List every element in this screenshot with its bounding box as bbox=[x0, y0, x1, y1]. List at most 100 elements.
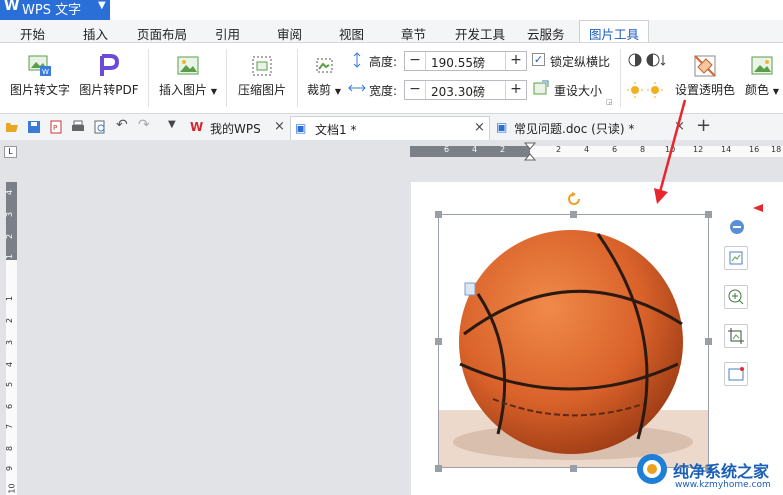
height-label: 高度: bbox=[369, 55, 398, 69]
annotation-arrow bbox=[654, 99, 763, 212]
layout-options-button[interactable] bbox=[724, 246, 748, 270]
crop-picture-button[interactable] bbox=[724, 324, 748, 348]
wps-logo-icon: W bbox=[4, 0, 20, 14]
resize-handle[interactable] bbox=[435, 338, 442, 345]
menu-tab-bar: 开始 插入 页面布局 引用 审阅 视图 章节 开发工具 云服务 图片工具 bbox=[0, 20, 783, 43]
redo-icon[interactable]: ↷ bbox=[138, 117, 152, 133]
resize-handle[interactable] bbox=[570, 211, 577, 218]
insert-picture-label: 插入图片 bbox=[159, 83, 208, 97]
crop-button[interactable]: 裁剪 ▼ bbox=[304, 53, 344, 98]
vertical-ruler[interactable]: 4 3 2 1 1 2 3 4 5 6 7 8 9 10 bbox=[5, 182, 17, 495]
resize-handle[interactable] bbox=[435, 465, 442, 472]
width-decrease-button[interactable]: − bbox=[405, 81, 426, 99]
dialog-launcher-icon[interactable]: ◲ bbox=[606, 98, 613, 106]
ruler-number: 4 bbox=[472, 145, 478, 154]
height-increase-button[interactable]: + bbox=[505, 52, 526, 70]
transparent-color-icon bbox=[694, 55, 716, 77]
picture-border-button[interactable] bbox=[724, 362, 748, 386]
pic-to-pdf-label: 图片转PDF bbox=[79, 83, 139, 97]
close-icon[interactable]: × bbox=[474, 120, 485, 135]
site-watermark: 纯净系统之家 www.kzmyhome.com bbox=[635, 450, 783, 495]
crop-icon bbox=[316, 58, 333, 73]
insert-picture-button[interactable]: 插入图片 ▼ bbox=[156, 53, 220, 98]
lock-ratio-checkbox[interactable]: ✓ bbox=[532, 53, 545, 66]
close-icon[interactable]: × bbox=[274, 119, 285, 134]
tab-view[interactable]: 视图 bbox=[339, 24, 364, 43]
anchor-icon bbox=[464, 282, 476, 296]
zoom-picture-button[interactable] bbox=[724, 285, 748, 309]
ribbon-divider bbox=[620, 49, 621, 107]
chevron-down-icon: ▼ bbox=[98, 0, 106, 11]
resize-handle[interactable] bbox=[570, 465, 577, 472]
print-icon[interactable] bbox=[71, 120, 85, 134]
ruler-number: 5 bbox=[5, 381, 15, 388]
indent-marker-icon[interactable] bbox=[524, 142, 536, 161]
site-logo-icon bbox=[637, 454, 667, 484]
width-increase-button[interactable]: + bbox=[505, 81, 526, 99]
pic-to-text-label: 图片转文字 bbox=[9, 83, 70, 97]
ribbon-divider bbox=[226, 49, 227, 107]
print-preview-icon[interactable] bbox=[93, 120, 107, 134]
ruler-number: 3 bbox=[5, 211, 15, 218]
tab-section[interactable]: 章节 bbox=[401, 24, 426, 43]
rotate-handle-icon[interactable] bbox=[566, 191, 582, 207]
picture-to-text-icon: W bbox=[28, 55, 51, 76]
word-doc-icon: ▣ bbox=[295, 121, 307, 135]
doc-tab-document1[interactable]: ▣ 文档1 * × bbox=[290, 116, 490, 140]
height-field[interactable]: − 190.55磅 + bbox=[404, 51, 527, 71]
width-icon bbox=[348, 84, 366, 92]
save-icon[interactable] bbox=[27, 120, 41, 134]
customize-toolbar-chevron-icon[interactable]: ▼ bbox=[168, 119, 182, 133]
height-icon bbox=[353, 52, 361, 68]
layout-icon bbox=[729, 251, 743, 265]
width-label: 宽度: bbox=[369, 84, 398, 98]
tab-developer[interactable]: 开发工具 bbox=[455, 24, 505, 43]
ruler-number: 9 bbox=[5, 465, 15, 472]
height-decrease-button[interactable]: − bbox=[405, 52, 426, 70]
ruler-number: 4 bbox=[584, 145, 590, 154]
tab-cloud[interactable]: 云服务 bbox=[527, 24, 565, 43]
ruler-number: 2 bbox=[5, 233, 15, 240]
resize-button[interactable]: 重设大小 bbox=[554, 82, 602, 99]
tab-picture-tools[interactable]: 图片工具 bbox=[579, 20, 650, 42]
tab-stop-selector[interactable]: L bbox=[4, 146, 17, 158]
compress-icon bbox=[252, 56, 272, 76]
resize-handle[interactable] bbox=[435, 211, 442, 218]
compress-picture-button[interactable]: 压缩图片 bbox=[234, 53, 290, 98]
watermark-url: www.kzmyhome.com bbox=[675, 480, 771, 490]
svg-text:W: W bbox=[42, 68, 49, 76]
ruler-number: 1 bbox=[5, 253, 15, 260]
ruler-number: 2 bbox=[500, 145, 506, 154]
doc-tab-my-wps[interactable]: W 我的WPS × bbox=[186, 116, 290, 140]
collapse-minus-icon[interactable] bbox=[729, 219, 745, 235]
tab-page-layout[interactable]: 页面布局 bbox=[137, 24, 187, 43]
open-folder-icon[interactable] bbox=[5, 120, 19, 134]
width-value[interactable]: 203.30磅 bbox=[431, 83, 485, 100]
ruler-number: 3 bbox=[5, 339, 15, 346]
resize-icon bbox=[533, 80, 549, 95]
height-value[interactable]: 190.55磅 bbox=[431, 54, 485, 71]
width-field[interactable]: − 203.30磅 + bbox=[404, 80, 527, 100]
ruler-number: 6 bbox=[5, 403, 15, 410]
picture-selection-frame[interactable] bbox=[438, 214, 709, 468]
border-icon bbox=[728, 367, 744, 381]
resize-handle[interactable] bbox=[705, 338, 712, 345]
chevron-down-icon: ▼ bbox=[334, 87, 341, 96]
doc-tab-label: 文档1 * bbox=[315, 123, 357, 137]
doc-tab-label: 我的WPS bbox=[210, 122, 261, 136]
pdf-icon bbox=[100, 54, 120, 76]
pic-to-text-button[interactable]: W 图片转文字 bbox=[8, 53, 72, 98]
crop-icon bbox=[728, 328, 744, 344]
export-pdf-icon[interactable]: P bbox=[49, 120, 63, 134]
pic-to-pdf-button[interactable]: 图片转PDF bbox=[78, 53, 140, 98]
svg-text:P: P bbox=[53, 124, 57, 132]
undo-icon[interactable]: ↶ bbox=[116, 117, 130, 133]
picture-color-icon bbox=[751, 56, 773, 75]
contrast-icon[interactable] bbox=[627, 51, 667, 69]
tab-start[interactable]: 开始 bbox=[20, 24, 45, 43]
tab-insert[interactable]: 插入 bbox=[83, 24, 108, 43]
tab-references[interactable]: 引用 bbox=[215, 24, 240, 43]
tab-review[interactable]: 审阅 bbox=[277, 24, 302, 43]
ruler-number: 2 bbox=[556, 145, 562, 154]
app-menu-button[interactable]: W WPS 文字 ▼ bbox=[0, 0, 110, 20]
